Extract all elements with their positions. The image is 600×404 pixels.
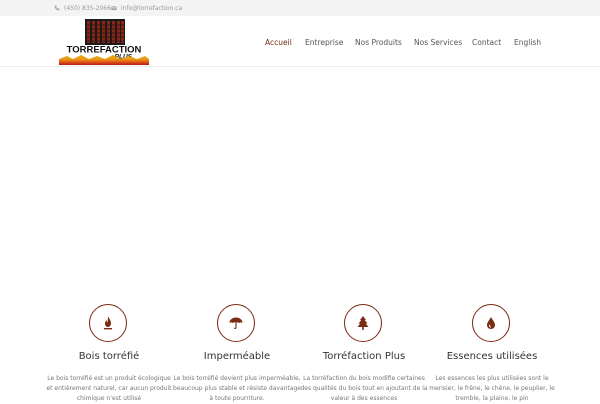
- feature-impermeable: Imperméable Le bois torréfié devient plu…: [167, 304, 307, 402]
- email-address: info@torrefaction.ca: [121, 4, 183, 12]
- feature-title: Essences utilisées: [446, 351, 538, 362]
- envelope-icon: [111, 6, 117, 11]
- feature-icon-circle: [472, 304, 510, 342]
- feature-icon-circle: [344, 304, 382, 342]
- feature-bois-torrefie: Bois torréfié Le bois torréfié est un pr…: [39, 304, 179, 402]
- site-header: TORREFACTION PLUS Accueil Entreprise Nos…: [0, 16, 600, 67]
- feature-torrefaction-plus: Torréfaction Plus La torréfaction du boi…: [294, 304, 434, 402]
- drop-icon: [487, 317, 495, 329]
- phone-icon: [54, 5, 60, 11]
- feature-title: Imperméable: [203, 351, 271, 362]
- nav-item-entreprise[interactable]: Entreprise: [305, 37, 343, 47]
- hero-area: [0, 68, 600, 300]
- tree-icon: [357, 316, 369, 330]
- feature-icon-circle: [89, 304, 127, 342]
- nav-item-nos-services[interactable]: Nos Services: [414, 37, 462, 47]
- email-contact[interactable]: info@torrefaction.ca: [111, 3, 182, 13]
- phone-contact[interactable]: (450) 835-2066: [54, 3, 111, 13]
- site-logo[interactable]: TORREFACTION PLUS: [59, 19, 149, 65]
- feature-essences-utilisees: Essences utilisées Les essences les plus…: [422, 304, 562, 402]
- top-bar: (450) 835-2066 info@torrefaction.ca: [0, 0, 600, 16]
- phone-number: (450) 835-2066: [64, 4, 111, 12]
- feature-icon-circle: [217, 304, 255, 342]
- nav-item-english[interactable]: English: [514, 37, 541, 47]
- feature-title: Bois torréfié: [78, 351, 140, 362]
- nav-item-accueil[interactable]: Accueil: [265, 37, 292, 47]
- feature-title: Torréfaction Plus: [322, 351, 406, 362]
- nav-item-nos-produits[interactable]: Nos Produits: [355, 37, 402, 47]
- fire-icon: [104, 316, 112, 330]
- umbrella-icon: [229, 317, 243, 329]
- nav-item-contact[interactable]: Contact: [472, 37, 501, 47]
